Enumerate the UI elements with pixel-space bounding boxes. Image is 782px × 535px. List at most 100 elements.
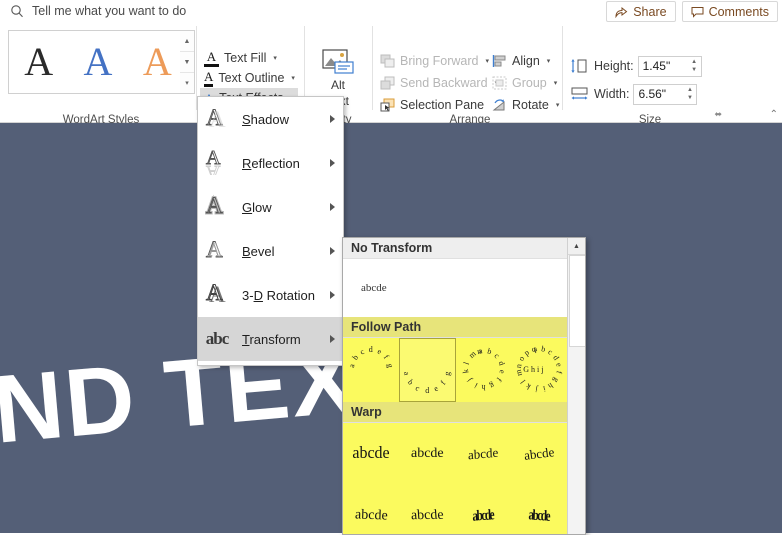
share-label: Share bbox=[633, 4, 667, 19]
height-value: 1.45" bbox=[642, 59, 671, 73]
menu-item-transform[interactable]: abc Transform bbox=[198, 317, 343, 361]
gallery-item-warp-1[interactable]: abcde bbox=[343, 423, 399, 485]
arc-letter: g bbox=[442, 370, 453, 377]
comments-button[interactable]: Comments bbox=[681, 1, 778, 22]
gallery-scroll-down-button[interactable]: ▼ bbox=[180, 52, 194, 73]
gallery-section-no-transform: abcde bbox=[343, 259, 567, 317]
gallery-item-label: abcde bbox=[354, 507, 388, 524]
wordart-sample-black[interactable]: A bbox=[24, 42, 53, 82]
gallery-heading-follow-path: Follow Path bbox=[343, 317, 567, 338]
tell-me-search[interactable]: Tell me what you want to do bbox=[10, 2, 186, 20]
arc-letter: d bbox=[425, 386, 430, 395]
chevron-down-icon[interactable]: ▾ bbox=[291, 74, 295, 82]
menu-item-bevel[interactable]: A A Bevel bbox=[198, 229, 343, 273]
arc-letter: a bbox=[402, 370, 412, 376]
arc-letter: c bbox=[414, 383, 422, 394]
width-stepper[interactable]: ▲ ▼ bbox=[685, 86, 694, 103]
wordart-gallery-scroll[interactable]: ▲ ▼ ▾ bbox=[180, 30, 195, 94]
width-label: Width: bbox=[594, 87, 630, 101]
menu-item-glow[interactable]: A A Glow bbox=[198, 185, 343, 229]
collapse-ribbon-button[interactable]: ⌃ bbox=[770, 109, 778, 120]
arc-letter: i bbox=[472, 381, 479, 391]
gallery-scrollbar[interactable]: ▲ bbox=[567, 238, 585, 534]
arc-letter: g bbox=[488, 380, 496, 391]
glow-effect-icon: A A bbox=[204, 191, 230, 223]
height-stepper[interactable]: ▲ ▼ bbox=[690, 58, 699, 75]
gallery-item-warp-7[interactable]: abcde bbox=[455, 485, 511, 534]
menu-label-transform: Transform bbox=[242, 331, 301, 347]
gallery-section-warp: abcde abcde abcde abcde abcde abcde abcd… bbox=[343, 423, 567, 534]
gallery-scroll-up-button[interactable]: ▲ bbox=[568, 238, 585, 255]
height-step-up[interactable]: ▲ bbox=[691, 59, 697, 65]
text-fill-button[interactable]: A Text Fill ▾ bbox=[200, 48, 298, 68]
send-backward-label: Send Backward bbox=[400, 76, 488, 90]
comments-label: Comments bbox=[708, 4, 769, 19]
send-backward-icon bbox=[380, 76, 395, 90]
send-backward-button[interactable]: Send Backward ▾ bbox=[380, 72, 498, 94]
gallery-item-warp-8[interactable]: abcde bbox=[511, 485, 567, 534]
transform-gallery-content: No Transform abcde Follow Path abcdefg a… bbox=[343, 238, 567, 534]
wordart-styles-gallery[interactable]: A A A bbox=[8, 30, 188, 94]
height-step-down[interactable]: ▼ bbox=[691, 67, 697, 73]
width-icon bbox=[571, 87, 588, 100]
chevron-down-icon[interactable]: ▾ bbox=[556, 101, 560, 109]
arc-letter: e bbox=[554, 362, 565, 368]
gallery-item-circle[interactable]: abcdefghijklmn bbox=[456, 338, 512, 400]
circle-preview: abcdefghijklmn bbox=[459, 344, 509, 394]
share-button[interactable]: Share bbox=[606, 1, 676, 22]
arc-letter: c bbox=[358, 346, 366, 357]
wordart-sample-blue[interactable]: A bbox=[84, 42, 113, 82]
text-outline-button[interactable]: A Text Outline ▾ bbox=[200, 68, 298, 88]
bring-forward-button[interactable]: Bring Forward ▾ bbox=[380, 50, 498, 72]
gallery-item-arch-down[interactable]: abcdefg bbox=[398, 338, 456, 402]
chevron-down-icon[interactable]: ▾ bbox=[273, 54, 277, 62]
wordart-sample-orange[interactable]: A bbox=[143, 42, 172, 82]
width-step-down[interactable]: ▼ bbox=[687, 95, 693, 101]
gallery-scroll-thumb[interactable] bbox=[569, 255, 585, 347]
gallery-item-warp-6[interactable]: abcde bbox=[399, 485, 455, 534]
chevron-down-icon[interactable]: ▾ bbox=[547, 57, 551, 65]
group-button[interactable]: Group ▾ bbox=[492, 72, 559, 94]
arc-letter: d bbox=[368, 345, 373, 354]
selection-pane-button[interactable]: Selection Pane bbox=[380, 94, 498, 116]
menu-item-reflection[interactable]: A A Reflection bbox=[198, 141, 343, 185]
submenu-arrow-icon bbox=[330, 247, 335, 255]
gallery-item-arch-up[interactable]: abcdefg bbox=[343, 338, 399, 400]
text-effects-menu: A A Shadow A A Reflection A A Glow A A B… bbox=[197, 96, 344, 366]
align-button[interactable]: Align ▾ bbox=[492, 50, 559, 72]
arc-letter: e bbox=[375, 346, 383, 357]
svg-text:A: A bbox=[206, 280, 223, 305]
height-input[interactable]: 1.45" ▲ ▼ bbox=[637, 55, 702, 77]
rotate-button[interactable]: Rotate ▾ bbox=[492, 94, 559, 116]
share-icon bbox=[615, 6, 628, 18]
menu-item-3d-rotation[interactable]: A A 3-D Rotation bbox=[198, 273, 343, 317]
gallery-item-warp-5[interactable]: abcde bbox=[343, 485, 399, 534]
gallery-item-warp-4[interactable]: abcde bbox=[511, 423, 567, 485]
reflection-effect-icon: A A bbox=[204, 145, 230, 184]
text-fill-label: Text Fill bbox=[224, 51, 267, 65]
top-bar: Tell me what you want to do Share Commen… bbox=[0, 0, 782, 22]
gallery-item-button[interactable]: abcdefghijklmnopqG h i j bbox=[512, 338, 568, 400]
width-step-up[interactable]: ▲ bbox=[687, 87, 693, 93]
menu-item-shadow[interactable]: A A Shadow bbox=[198, 97, 343, 141]
gallery-section-follow-path: abcdefg abcdefg abcdefghijklmn abcdefghi… bbox=[343, 338, 567, 402]
arc-letter: c bbox=[492, 351, 502, 361]
gallery-item-warp-2[interactable]: abcde bbox=[399, 423, 455, 485]
ribbon: A A A ▲ ▼ ▾ WordArt Styles A Text Fill ▾… bbox=[0, 22, 782, 126]
arc-letter: g bbox=[551, 376, 562, 385]
search-icon bbox=[10, 4, 24, 18]
chevron-down-icon[interactable]: ▾ bbox=[486, 57, 490, 65]
arc-letter: i bbox=[542, 384, 547, 394]
arc-inner-label: G h i j bbox=[523, 365, 544, 374]
gallery-more-button[interactable]: ▾ bbox=[180, 73, 194, 93]
height-label: Height: bbox=[594, 59, 634, 73]
size-group: Height: 1.45" ▲ ▼ Width: 6.56" ▲ ▼ bbox=[570, 52, 702, 108]
width-input[interactable]: 6.56" ▲ ▼ bbox=[633, 83, 698, 105]
chevron-down-icon[interactable]: ▾ bbox=[554, 79, 558, 87]
submenu-arrow-icon bbox=[330, 291, 335, 299]
gallery-scroll-up-button[interactable]: ▲ bbox=[180, 31, 194, 52]
gallery-item-no-transform[interactable]: abcde bbox=[343, 259, 567, 317]
gallery-item-warp-3[interactable]: abcde bbox=[455, 423, 511, 485]
rotate-icon bbox=[492, 99, 505, 111]
size-dialog-launcher-icon[interactable]: ⬌ bbox=[714, 109, 722, 120]
